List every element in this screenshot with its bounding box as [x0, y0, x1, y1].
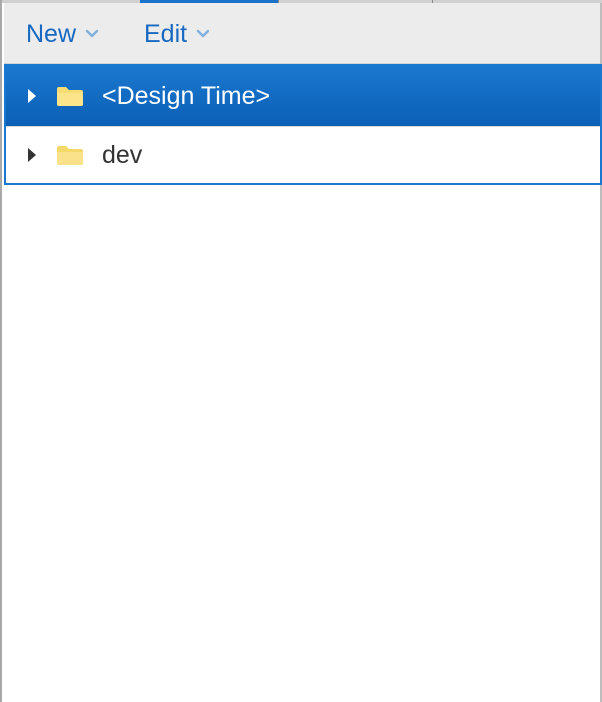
tree-row-dev[interactable]: dev	[6, 126, 600, 183]
toolbar: New Edit	[4, 3, 600, 64]
tree-item-label: dev	[102, 140, 143, 169]
edit-menu-label: Edit	[144, 19, 188, 48]
chevron-down-icon	[196, 29, 210, 38]
chevron-down-icon	[85, 29, 99, 38]
new-menu-label: New	[26, 19, 77, 48]
tree-row-design-time[interactable]: <Design Time>	[6, 66, 600, 126]
tree-item-label: <Design Time>	[102, 81, 271, 110]
new-menu-button[interactable]: New	[26, 19, 99, 49]
expand-caret-icon[interactable]	[26, 88, 38, 104]
folder-icon	[57, 87, 83, 106]
repository-panel: New Edit <Design Time> dev	[0, 0, 602, 702]
folder-icon	[57, 146, 83, 165]
expand-caret-icon[interactable]	[26, 147, 38, 163]
folder-tree: <Design Time> dev	[4, 64, 602, 185]
edit-menu-button[interactable]: Edit	[144, 19, 210, 49]
